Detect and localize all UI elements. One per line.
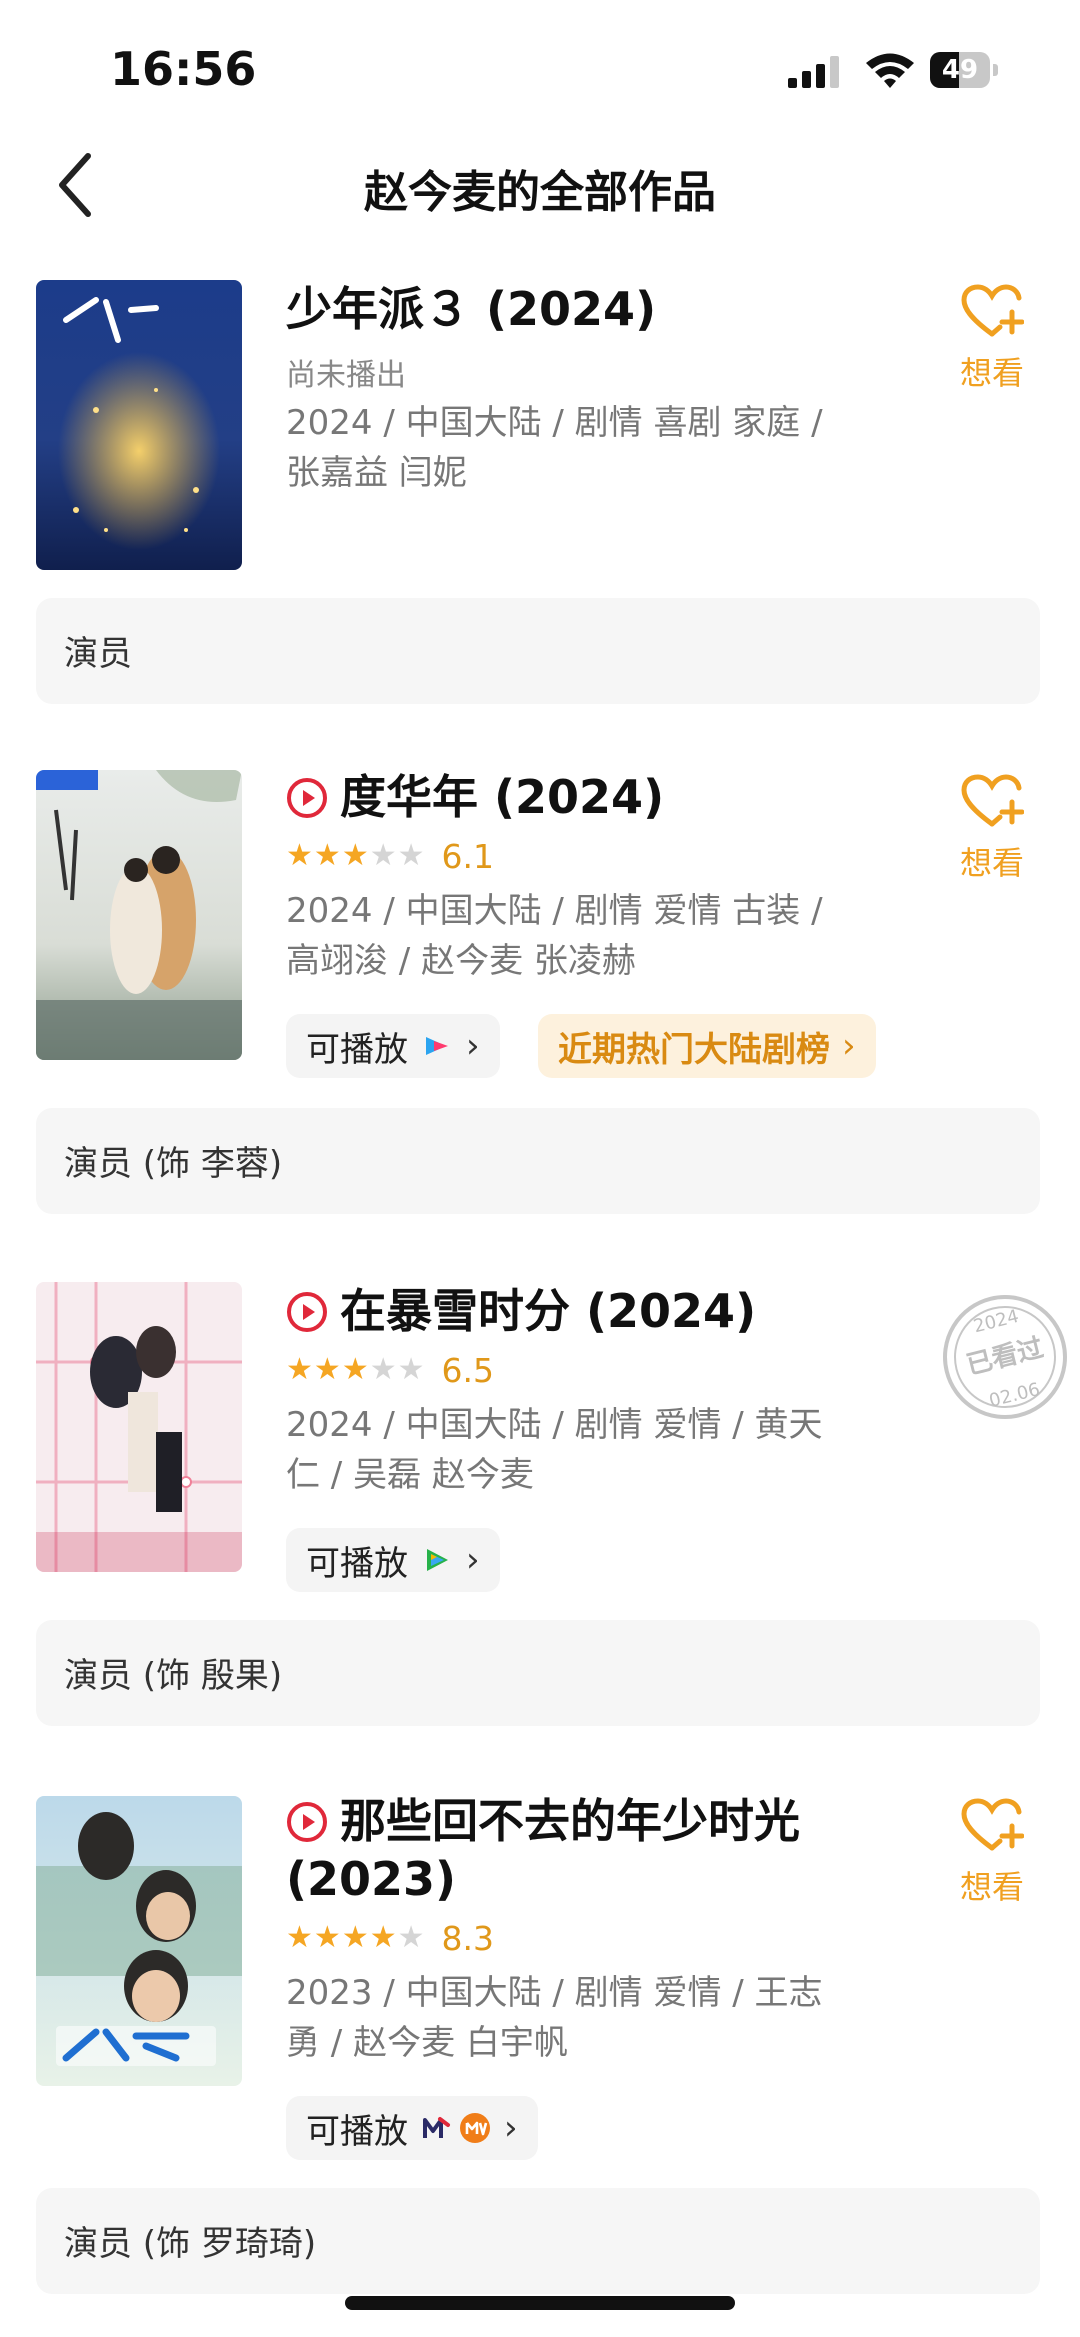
heart-plus-icon [961,284,1025,337]
role-bar: 演员 [36,598,1040,704]
star-filled-icon: ★ [313,1352,341,1387]
star-empty-icon: ★ [397,1352,425,1387]
want-label: 想看 [959,1868,1024,1906]
home-indicator [345,2296,735,2310]
work-meta-line2: 高翊浚 / 赵今麦 张凌赫 [286,941,636,981]
battery-percent: 49 [941,55,979,85]
role-text: 演员 (饰 殷果) [64,1656,283,1696]
work-title[interactable]: 度华年 (2024) [286,768,664,826]
play-icon [287,1292,327,1332]
work-title[interactable]: 那些回不去的年少时光 [286,1792,800,1850]
play-icon [287,1802,327,1842]
role-bar: 演员 (饰 罗琦琦) [36,2188,1040,2294]
work-title[interactable]: 在暴雪时分 (2024) [286,1282,756,1340]
rating: ★ ★ ★ ★ ★ 8.3 [286,1918,494,1958]
star-empty-icon: ★ [369,838,397,873]
play-icon [287,778,327,818]
stamp-year: 2024 [971,1306,1021,1337]
role-bar: 演员 (饰 殷果) [36,1620,1040,1726]
role-bar: 演员 (饰 李蓉) [36,1108,1040,1214]
work-meta-line1: 2024 / 中国大陆 / 剧情 爱情 古装 / [286,891,823,931]
rank-label: 近期热门大陆剧榜 [558,1029,830,1070]
star-rating: ★ ★ ★ ★ ★ [286,1350,426,1390]
playable-button[interactable]: 可播放 › [286,2096,538,2160]
chevron-right-icon: › [466,1540,480,1580]
youku-icon [426,1037,448,1055]
star-filled-icon: ★ [341,1920,369,1955]
star-rating: ★ ★ ★ ★ ★ [286,1918,426,1958]
rating: ★ ★ ★ ★ ★ 6.5 [286,1350,494,1390]
poster-image[interactable] [36,1282,242,1572]
chevron-right-icon: › [504,2108,518,2148]
star-empty-icon: ★ [369,1352,397,1387]
work-meta-line2: 张嘉益 闫妮 [286,453,467,493]
work-title[interactable]: 少年派３ (2024) [286,280,656,338]
mgtv-icon [423,2117,450,2138]
chevron-right-icon: › [466,1026,480,1066]
air-status: 尚未播出 [286,358,406,393]
work-meta-line1: 2023 / 中国大陆 / 剧情 爱情 / 王志 [286,1973,823,2013]
nav-bar: 赵今麦的全部作品 [0,130,1080,240]
want-button[interactable]: 想看 [952,1798,1032,1908]
star-empty-icon: ★ [397,1920,425,1955]
star-filled-icon: ★ [286,838,313,873]
mango-tv-icon [460,2113,490,2143]
work-meta-line1: 2024 / 中国大陆 / 剧情 爱情 / 黄天 [286,1405,823,1445]
rating-score: 6.5 [441,1350,495,1390]
watched-stamp: 2024 已看过 02.06 [943,1295,1067,1419]
rating: ★ ★ ★ ★ ★ 6.1 [286,836,494,876]
work-title-year: (2023) [286,1852,457,1906]
role-text: 演员 [64,634,132,674]
playable-button[interactable]: 可播放 › [286,1014,500,1078]
rating-score: 8.3 [441,1918,495,1958]
rank-button[interactable]: 近期热门大陆剧榜 › [538,1014,876,1078]
poster-image[interactable] [36,770,242,1060]
poster-image[interactable] [36,1796,242,2086]
role-text: 演员 (饰 罗琦琦) [64,2224,317,2264]
stamp-label: 已看过 [964,1333,1047,1381]
star-filled-icon: ★ [341,838,369,873]
signal-icon [788,56,839,88]
status-time: 16:56 [110,42,257,96]
want-label: 想看 [959,844,1024,882]
heart-plus-icon [961,774,1025,827]
playable-label: 可播放 [306,1543,408,1584]
star-filled-icon: ★ [341,1352,369,1387]
role-text: 演员 (饰 李蓉) [64,1144,283,1184]
tencent-video-icon [427,1549,448,1571]
playable-label: 可播放 [306,2111,408,2152]
star-filled-icon: ★ [286,1920,313,1955]
want-button[interactable]: 想看 [952,284,1032,394]
star-filled-icon: ★ [313,1920,341,1955]
poster-image[interactable] [36,280,242,570]
want-button[interactable]: 想看 [952,774,1032,884]
work-meta-line2: 勇 / 赵今麦 白宇帆 [286,2023,568,2063]
work-title-text: 那些回不去的年少时光 [340,1794,800,1848]
star-filled-icon: ★ [313,838,341,873]
playable-label: 可播放 [306,1029,408,1070]
star-filled-icon: ★ [369,1920,397,1955]
chevron-right-icon: › [842,1026,856,1066]
star-filled-icon: ★ [286,1352,313,1387]
wifi-icon [866,53,914,88]
status-bar: 16:56 49 [0,0,1080,130]
star-rating: ★ ★ ★ ★ ★ [286,836,426,876]
work-meta-line1: 2024 / 中国大陆 / 剧情 喜剧 家庭 / [286,403,823,443]
page-title: 赵今麦的全部作品 [364,167,716,218]
battery-indicator: 49 [930,52,1000,88]
work-title-text: 在暴雪时分 (2024) [340,1284,757,1338]
work-meta-line2: 仁 / 吴磊 赵今麦 [286,1455,534,1495]
work-title-text: 度华年 (2024) [340,770,665,824]
want-label: 想看 [959,354,1024,392]
playable-button[interactable]: 可播放 › [286,1528,500,1592]
star-empty-icon: ★ [397,838,425,873]
rating-score: 6.1 [441,836,495,876]
heart-plus-icon [961,1798,1025,1851]
